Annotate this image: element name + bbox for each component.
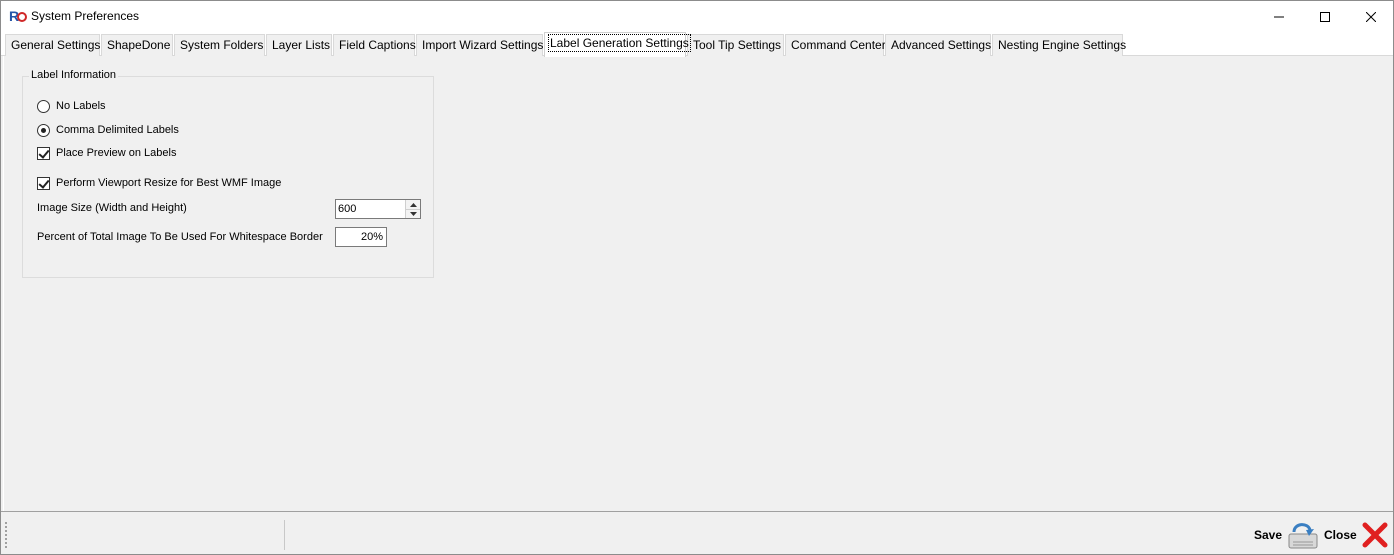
tab-command-center[interactable]: Command Center — [785, 34, 886, 56]
app-logo-icon: R — [9, 8, 27, 24]
window-title: System Preferences — [31, 9, 140, 23]
place-preview-label: Place Preview on Labels — [56, 147, 177, 159]
close-button[interactable]: Close — [1324, 520, 1389, 550]
maximize-button[interactable] — [1302, 1, 1348, 32]
tab-shapedone[interactable]: ShapeDone — [101, 34, 173, 56]
whitespace-percent-input[interactable]: 20% — [335, 227, 387, 247]
no-labels-radio[interactable]: No Labels — [37, 98, 106, 114]
close-window-button[interactable] — [1348, 1, 1393, 32]
maximize-icon — [1320, 11, 1330, 22]
minimize-icon — [1274, 16, 1284, 17]
tab-import-wizard-settings[interactable]: Import Wizard Settings — [416, 34, 543, 56]
viewport-resize-checkbox[interactable]: Perform Viewport Resize for Best WMF Ima… — [37, 175, 281, 191]
checkbox-checked[interactable] — [37, 176, 50, 190]
close-icon — [1366, 11, 1376, 22]
red-x-icon — [1362, 522, 1388, 548]
tab-system-folders[interactable]: System Folders — [174, 34, 265, 56]
title-bar: R System Preferences — [1, 1, 1393, 32]
up-arrow-icon — [409, 202, 417, 207]
close-label: Close — [1324, 528, 1357, 542]
no-labels-label: No Labels — [56, 100, 106, 112]
spin-buttons — [405, 200, 420, 218]
tab-field-captions[interactable]: Field Captions — [333, 34, 416, 56]
group-title: Label Information — [29, 69, 118, 81]
image-size-value[interactable]: 600 — [338, 203, 356, 215]
label-information-group: Label Information No Labels Comma Delimi… — [22, 69, 434, 278]
save-label: Save — [1254, 528, 1283, 542]
grip-handle-icon — [5, 522, 7, 548]
comma-delimited-radio[interactable]: Comma Delimited Labels — [37, 122, 179, 138]
image-size-label: Image Size (Width and Height) — [37, 202, 187, 214]
tab-nesting-engine-settings[interactable]: Nesting Engine Settings — [992, 34, 1126, 56]
radio-button[interactable] — [37, 99, 50, 113]
radio-button-selected[interactable] — [37, 123, 50, 137]
tab-tool-tip-settings[interactable]: Tool Tip Settings — [687, 34, 784, 56]
tab-general-settings[interactable]: General Settings — [5, 34, 100, 56]
status-panel — [13, 520, 285, 550]
spin-down-button[interactable] — [406, 209, 420, 218]
tab-strip: General Settings ShapeDone System Folder… — [1, 32, 1393, 57]
tab-layer-lists[interactable]: Layer Lists — [266, 34, 332, 56]
tab-advanced-settings[interactable]: Advanced Settings — [885, 34, 991, 56]
comma-delimited-label: Comma Delimited Labels — [56, 124, 179, 136]
whitespace-border-label: Percent of Total Image To Be Used For Wh… — [37, 231, 323, 243]
spin-up-button[interactable] — [406, 200, 420, 209]
bottom-toolbar: Save Close — [1, 511, 1393, 554]
save-button[interactable]: Save — [1254, 520, 1320, 550]
checkbox-checked[interactable] — [37, 146, 50, 160]
system-preferences-window: R System Preferences General Settings Sh… — [0, 0, 1394, 555]
viewport-resize-label: Perform Viewport Resize for Best WMF Ima… — [56, 177, 282, 189]
tab-label-generation-settings[interactable]: Label Generation Settings — [544, 32, 691, 57]
down-arrow-icon — [409, 212, 417, 216]
tab-content-panel: Label Information No Labels Comma Delimi… — [3, 56, 1393, 511]
save-disk-icon — [1288, 523, 1318, 549]
place-preview-checkbox[interactable]: Place Preview on Labels — [37, 145, 176, 161]
minimize-button[interactable] — [1256, 1, 1302, 32]
image-size-stepper[interactable]: 600 — [335, 199, 421, 219]
